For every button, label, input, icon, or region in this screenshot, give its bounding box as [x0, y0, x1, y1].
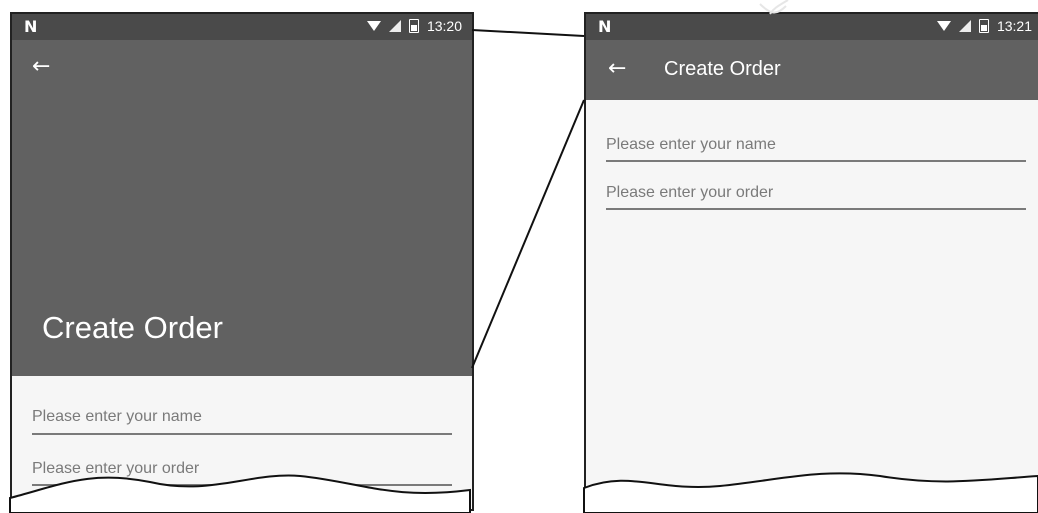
- connector-line-bottom: [471, 99, 585, 369]
- left-torn-edge: [9, 474, 471, 513]
- hand-drawn-mark: [759, 0, 789, 15]
- annotation-overlay: [9, 0, 1038, 513]
- right-torn-edge: [583, 472, 1038, 513]
- connector-line-top: [471, 29, 585, 37]
